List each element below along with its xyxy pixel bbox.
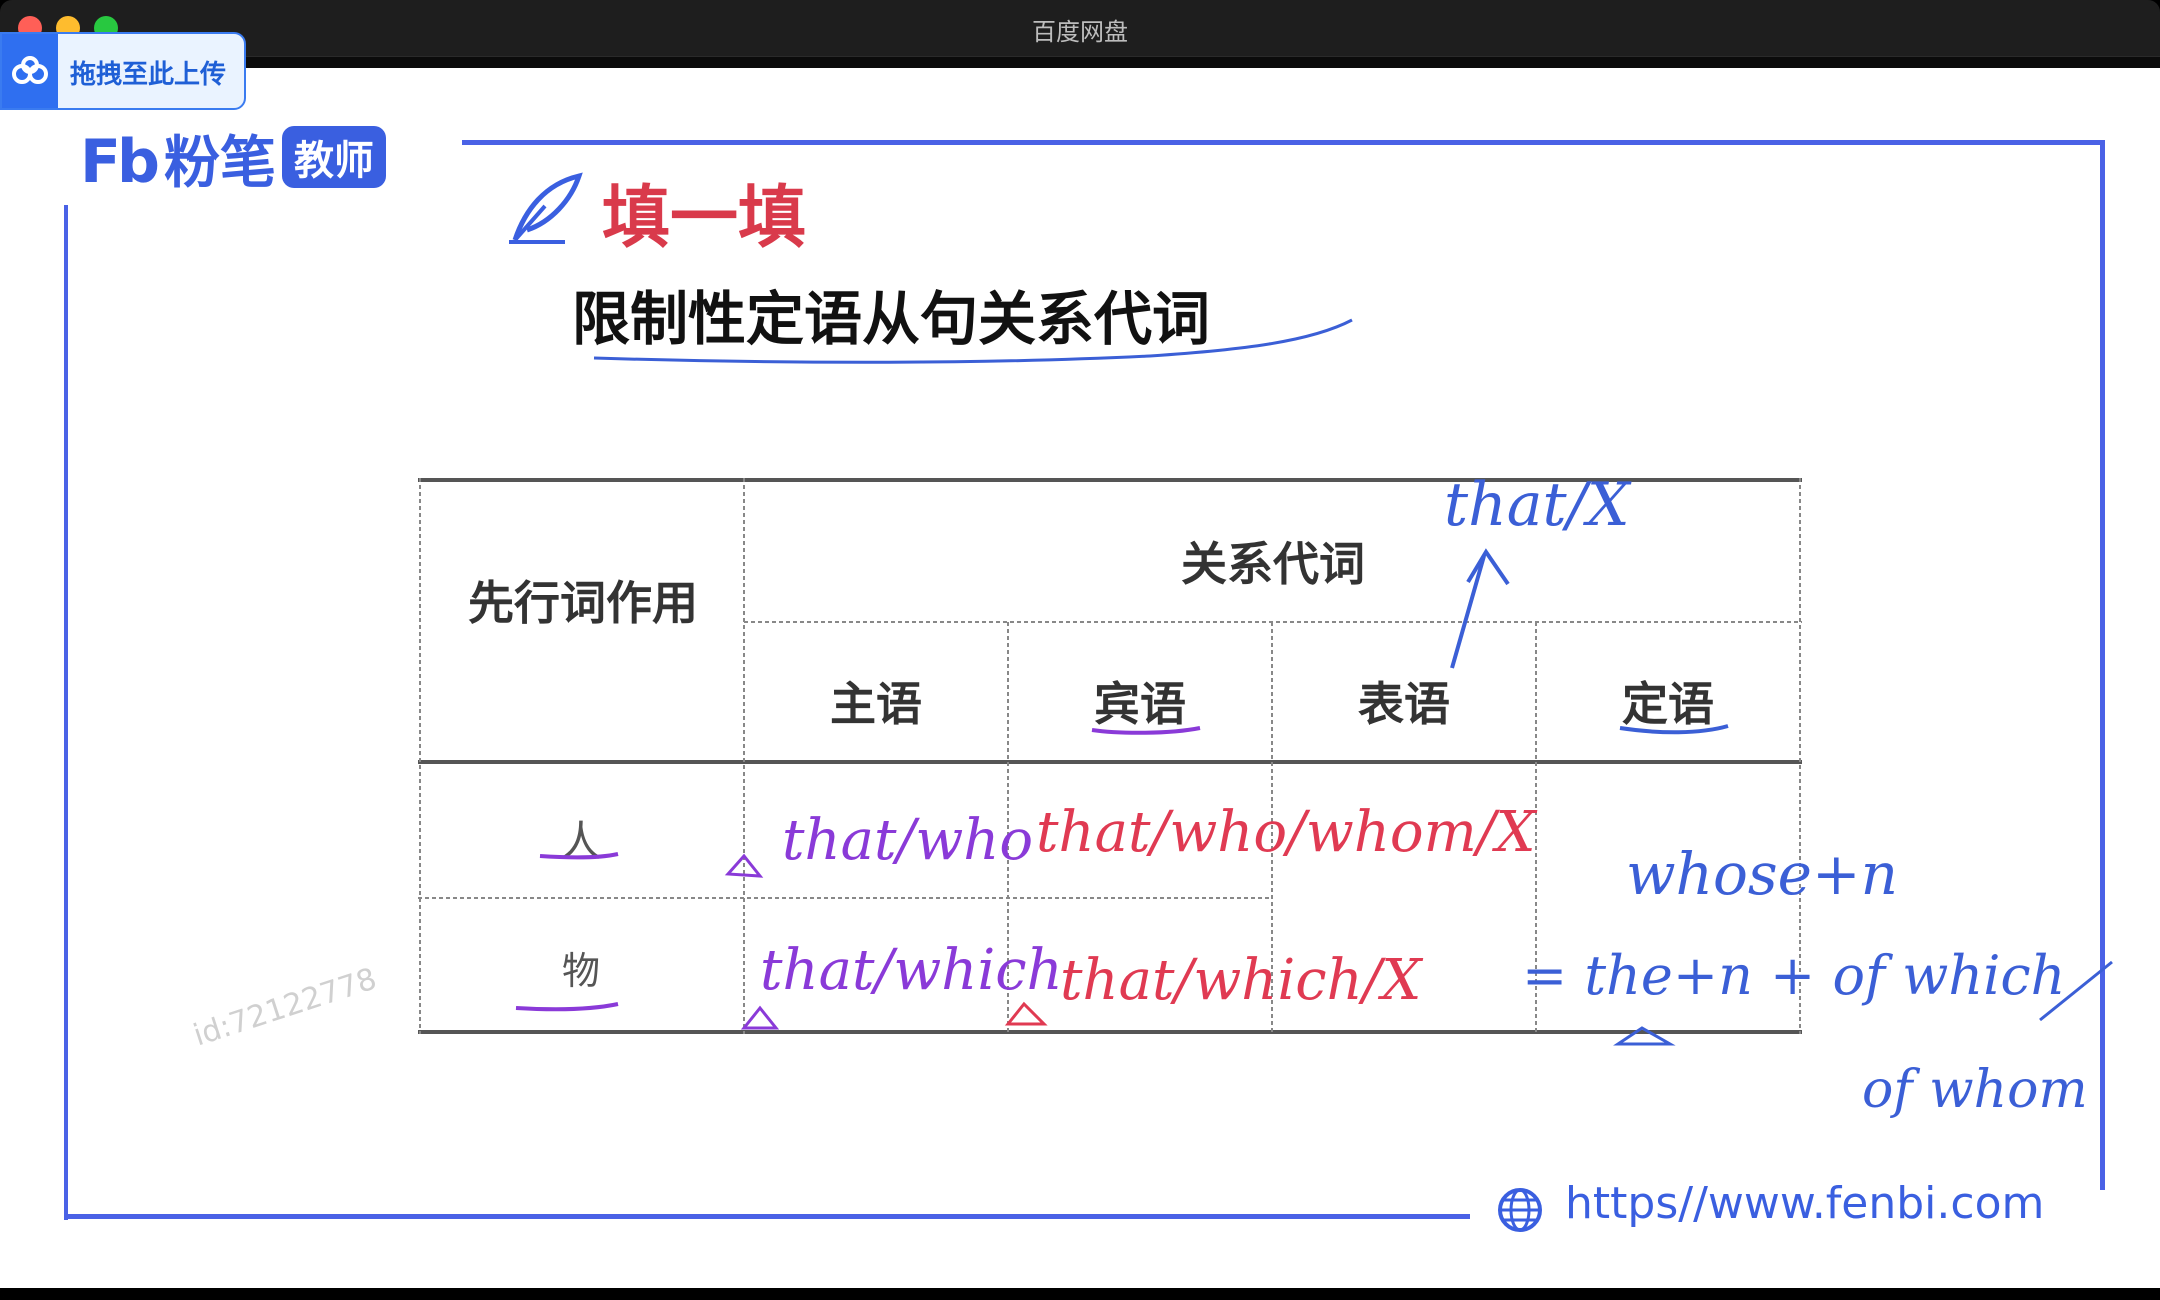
col-predicative: 表语 — [1358, 677, 1450, 731]
ink-of-whom: of whom — [1862, 1060, 2088, 1120]
title-bar: 百度网盘 — [0, 0, 2160, 57]
frame-bottom-line — [64, 1214, 1470, 1219]
col-object: 宾语 — [1094, 677, 1186, 731]
logo-mark: Fb — [80, 127, 160, 197]
frame-left-line — [64, 205, 68, 1220]
row-person: 人 — [559, 817, 602, 866]
ink-the-n-of-which: = the+n + of which — [1522, 944, 2066, 1007]
website-url: https//www.fenbi.com — [1565, 1178, 2045, 1229]
upload-label: 拖拽至此上传 — [70, 60, 227, 90]
drag-upload-widget[interactable]: 拖拽至此上传 — [0, 32, 246, 110]
ink-whose-n: whose+n — [1626, 840, 1898, 908]
app-window: 百度网盘 拖拽至此上传 Fb 粉笔 教师 填一填 限制性定语从句关系代词 先行词… — [0, 0, 2160, 1300]
row-thing: 物 — [561, 949, 600, 993]
frame-right-line — [2100, 140, 2105, 1190]
bottom-bar — [0, 1288, 2160, 1300]
fenbi-logo: Fb 粉笔 教师 — [80, 118, 386, 199]
header-relative-pronoun: 关系代词 — [1181, 537, 1365, 591]
col-attributive: 定语 — [1622, 677, 1714, 731]
subtitle-underline-ink — [593, 318, 1353, 364]
globe-icon — [1496, 1186, 1544, 1238]
ink-that-x: that/X — [1444, 470, 1630, 540]
cloud-icon — [2, 34, 58, 108]
section-title: 填一填 — [602, 179, 807, 258]
ink-person-subject: that/who — [782, 808, 1034, 873]
window-title: 百度网盘 — [1032, 18, 1128, 46]
col-subject: 主语 — [830, 677, 922, 731]
header-antecedent-role: 先行词作用 — [468, 576, 698, 630]
logo-badge: 教师 — [281, 126, 386, 188]
ink-thing-subject: that/which — [760, 938, 1063, 1003]
frame-top-line — [462, 140, 2104, 145]
logo-brand: 粉笔 — [163, 131, 276, 196]
feather-pen-icon — [505, 170, 585, 250]
ink-person-object: that/who/whom/X — [1036, 800, 1536, 865]
ink-thing-object: that/which/X — [1060, 948, 1422, 1013]
